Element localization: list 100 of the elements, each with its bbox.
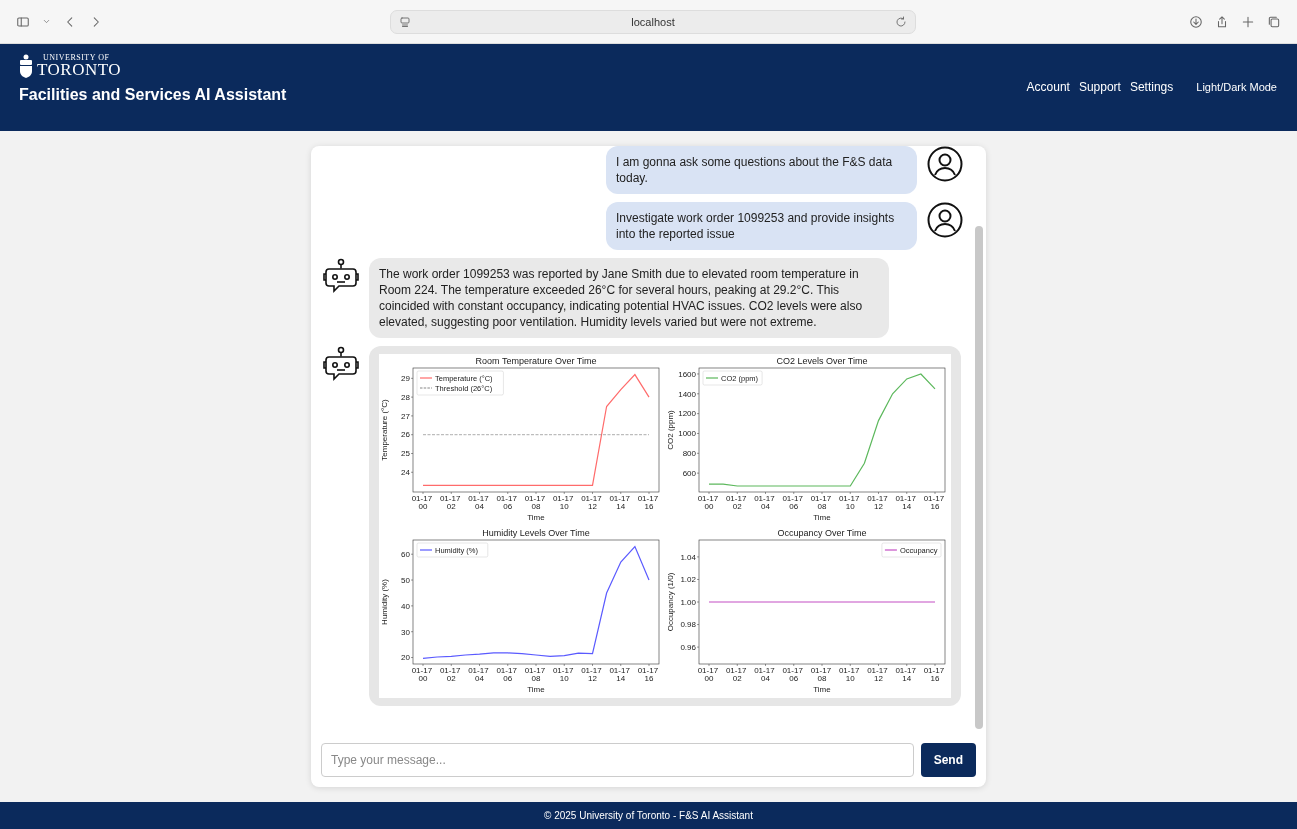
sidebar-icon[interactable] xyxy=(16,14,30,29)
tick-label: 01-17 02 xyxy=(725,494,747,511)
tick-label: 01-17 08 xyxy=(810,494,832,511)
tick-label: 01-17 00 xyxy=(411,666,433,683)
user-message: Investigate work order 1099253 and provide insights into the reported issue xyxy=(606,202,917,250)
tick-label: 50 xyxy=(401,575,410,585)
tick-label: 600 xyxy=(682,468,696,478)
chart-title: Humidity Levels Over Time xyxy=(482,528,590,538)
scrollbar-thumb[interactable] xyxy=(975,226,983,729)
tick-label: 01-17 16 xyxy=(923,666,945,683)
chart-legend xyxy=(881,542,942,558)
nav-link[interactable]: Settings xyxy=(1129,80,1174,94)
tick-label: 01-17 14 xyxy=(895,666,916,683)
reload-icon[interactable] xyxy=(895,15,907,28)
axis-label: Temperature (°C) xyxy=(380,399,389,461)
message-input[interactable]: Type your message... xyxy=(321,743,914,777)
axis-label: Time xyxy=(813,685,831,694)
tick-label: 1.04 xyxy=(680,552,696,562)
axis-label: CO2 (ppm) xyxy=(666,410,675,450)
share-icon[interactable] xyxy=(1215,14,1229,29)
tick-label: 01-17 16 xyxy=(923,494,945,511)
tick-label: 24 xyxy=(401,468,410,478)
nav-link[interactable]: Account xyxy=(1026,80,1070,94)
axis-label: Time xyxy=(813,513,831,522)
assistant-message: The work order 1099253 was reported by Jane Smith due to elevated room temperature in Room 224. The temperature exceeded 26°C for several hours, peaking at 29.2°C. This coincided with constant occupancy, indicating potential HVAC issues. CO2 levels were also elevated, suggesting poor ventilation. Humidity levels varied but were not extreme. xyxy=(369,258,889,338)
tick-label: 01-17 12 xyxy=(867,666,888,683)
tick-label: 28 xyxy=(401,392,410,402)
tick-label: 01-17 14 xyxy=(895,494,916,511)
send-button[interactable]: Send xyxy=(920,743,976,777)
tick-label: 01-17 14 xyxy=(609,666,630,683)
tick-label: 01-17 00 xyxy=(411,494,433,511)
tick-label: 01-17 04 xyxy=(754,494,775,511)
tick-label: 29 xyxy=(401,374,410,384)
tick-label: 01-17 12 xyxy=(581,666,602,683)
tick-label: 01-17 10 xyxy=(838,494,860,511)
tick-label: 01-17 04 xyxy=(468,666,489,683)
chevron-down-icon[interactable] xyxy=(42,17,51,26)
plus-icon[interactable] xyxy=(1241,14,1255,29)
tick-label: 0.98 xyxy=(680,620,696,630)
tick-label: 01-17 10 xyxy=(552,494,574,511)
tick-label: 01-17 08 xyxy=(810,666,832,683)
tick-label: 01-17 04 xyxy=(468,494,489,511)
logo-text: UNIVERSITY OF xyxy=(43,53,111,62)
tick-label: 01-17 16 xyxy=(637,666,659,683)
axis-label: Time xyxy=(527,685,545,694)
tick-label: 27 xyxy=(401,411,410,421)
tick-label: 0.96 xyxy=(680,642,696,652)
nav-link[interactable]: Support xyxy=(1078,80,1121,94)
tick-label: 1400 xyxy=(678,389,696,399)
tick-label: 01-17 12 xyxy=(867,494,888,511)
tick-label: 01-17 12 xyxy=(581,494,602,511)
tick-label: 1.00 xyxy=(680,597,696,607)
tick-label: 800 xyxy=(682,449,696,459)
tabs-icon[interactable] xyxy=(1267,14,1281,29)
page-icon[interactable] xyxy=(399,15,411,28)
chart-legend xyxy=(702,370,763,386)
tick-label: 01-17 06 xyxy=(496,494,517,511)
crest-icon xyxy=(19,53,33,78)
tick-label: 01-17 06 xyxy=(782,494,803,511)
tick-label: 60 xyxy=(401,550,410,559)
nav-link[interactable]: Light/Dark Mode xyxy=(1196,81,1277,93)
tick-label: 01-17 08 xyxy=(524,494,546,511)
user-avatar-icon xyxy=(927,202,963,238)
logo-text: TORONTO xyxy=(37,62,122,78)
tick-label: 01-17 02 xyxy=(439,494,461,511)
axis-label: Humidity (%) xyxy=(380,579,389,625)
tick-label: 01-17 14 xyxy=(609,494,630,511)
chart-title: Occupancy Over Time xyxy=(777,528,867,538)
tick-label: 01-17 10 xyxy=(838,666,860,683)
tick-label: 1600 xyxy=(678,369,696,379)
tick-label: 01-17 06 xyxy=(782,666,803,683)
download-icon[interactable] xyxy=(1189,14,1203,29)
axis-label: Occupancy (1/0) xyxy=(666,572,675,632)
robot-avatar-icon xyxy=(323,258,359,296)
chart-title: Room Temperature Over Time xyxy=(475,356,597,366)
tick-label: 01-17 02 xyxy=(439,666,461,683)
tick-label: 1.02 xyxy=(680,575,696,585)
address-bar[interactable]: localhost xyxy=(390,9,916,34)
user-message: I am gonna ask some questions about the F&S data today. xyxy=(606,146,917,194)
app-title: Facilities and Services AI Assistant xyxy=(19,86,287,104)
tick-label: 25 xyxy=(401,449,410,459)
tick-label: 01-17 16 xyxy=(637,494,659,511)
tick-label: 01-17 00 xyxy=(697,666,719,683)
chart-title: CO2 Levels Over Time xyxy=(776,356,868,366)
tick-label: 01-17 04 xyxy=(754,666,775,683)
user-avatar-icon xyxy=(927,146,963,182)
tick-label: 1200 xyxy=(678,409,696,419)
tick-label: 40 xyxy=(401,601,410,611)
axis-label: Time xyxy=(527,513,545,522)
robot-avatar-icon xyxy=(323,346,359,384)
tick-label: 30 xyxy=(401,627,410,637)
tick-label: 20 xyxy=(401,653,410,663)
tick-label: 1000 xyxy=(678,429,696,439)
tick-label: 01-17 08 xyxy=(524,666,546,683)
footer-text: © 2025 University of Toronto - F&S AI Assistant xyxy=(544,810,753,821)
tick-label: 26 xyxy=(401,430,410,440)
tick-label: 01-17 02 xyxy=(725,666,747,683)
tick-label: 01-17 10 xyxy=(552,666,574,683)
tick-label: 01-17 06 xyxy=(496,666,517,683)
tick-label: 01-17 00 xyxy=(697,494,719,511)
